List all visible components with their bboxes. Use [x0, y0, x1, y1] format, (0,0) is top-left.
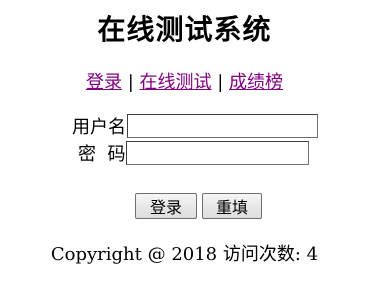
- password-row: 密 码: [78, 140, 310, 166]
- nav-separator: |: [217, 72, 224, 93]
- nav-link-login[interactable]: 登录: [86, 72, 122, 93]
- nav-links: 登录 | 在线测试 | 成绩榜: [0, 68, 369, 94]
- page-title: 在线测试系统: [97, 13, 272, 46]
- nav-separator: |: [127, 72, 134, 93]
- username-label: 用户名: [72, 117, 126, 138]
- reset-button[interactable]: 重填: [202, 193, 262, 219]
- password-input[interactable]: [126, 141, 310, 165]
- login-button[interactable]: 登录: [135, 193, 197, 219]
- username-row: 用户名: [72, 113, 318, 139]
- nav-link-scores[interactable]: 成绩榜: [229, 72, 283, 93]
- nav-link-online-test[interactable]: 在线测试: [140, 72, 212, 93]
- password-label: 密 码: [78, 144, 126, 165]
- footer-copyright: Copyright @ 2018 访问次数: 4: [50, 244, 319, 265]
- username-input[interactable]: [127, 114, 318, 138]
